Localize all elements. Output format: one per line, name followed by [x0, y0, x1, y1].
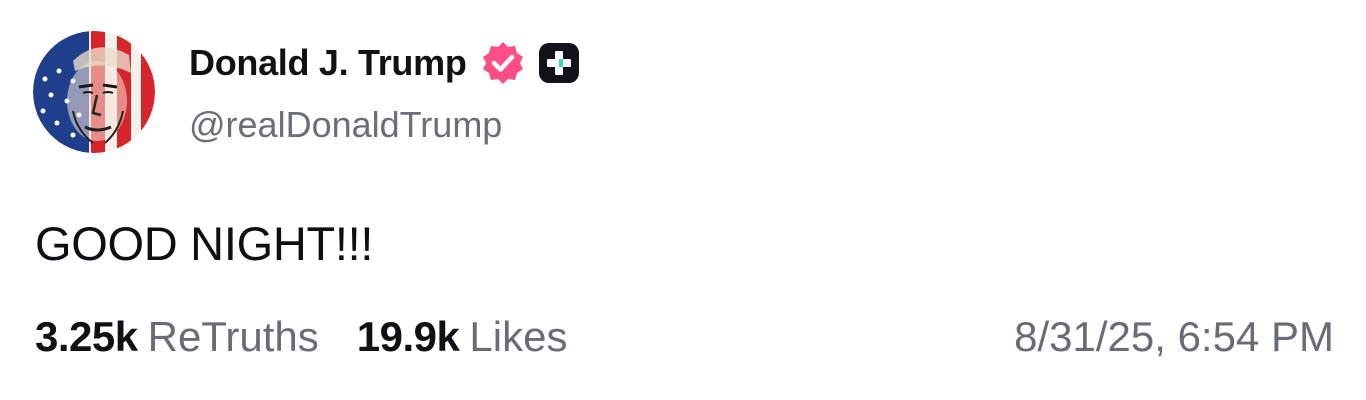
- post-stats: 3.25k ReTruths 19.9k Likes: [35, 313, 567, 361]
- verified-badge-icon: [479, 39, 527, 87]
- author-name-row: Donald J. Trump: [189, 40, 580, 86]
- flag-portrait-avatar-icon: [33, 31, 155, 153]
- post-text: GOOD NIGHT!!!: [35, 217, 374, 270]
- truth-plus-icon: [538, 42, 580, 84]
- likes-label[interactable]: Likes: [469, 313, 567, 361]
- likes-count[interactable]: 19.9k: [357, 313, 460, 361]
- post-timestamp[interactable]: 8/31/25, 6:54 PM: [1014, 313, 1334, 361]
- truth-post-card: Donald J. Trump @realDonaldTrump GOOD NI…: [0, 0, 1366, 400]
- author-handle[interactable]: @realDonaldTrump: [189, 104, 502, 146]
- avatar[interactable]: [33, 31, 155, 153]
- retruths-label[interactable]: ReTruths: [148, 313, 319, 361]
- retruths-count[interactable]: 3.25k: [35, 313, 138, 361]
- display-name[interactable]: Donald J. Trump: [189, 42, 467, 84]
